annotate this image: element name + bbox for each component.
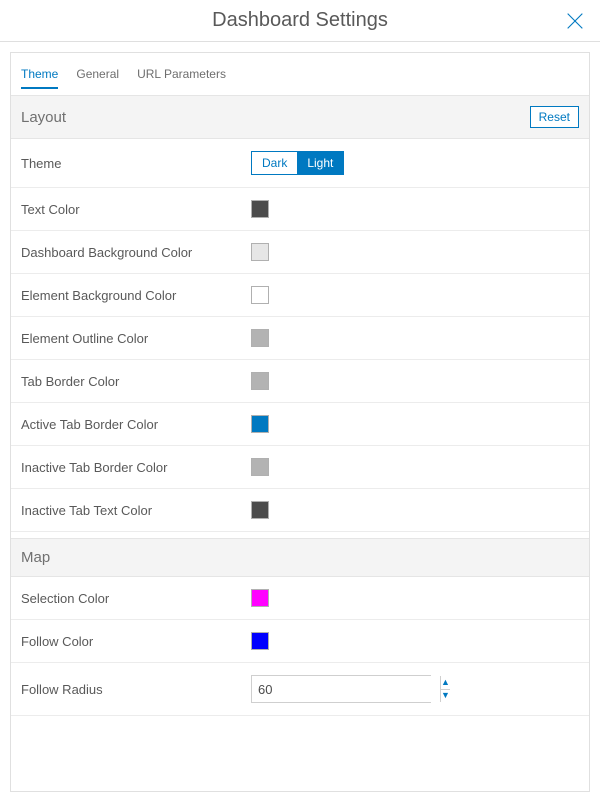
- panel-header: Dashboard Settings: [0, 0, 600, 42]
- follow-radius-input[interactable]: [252, 676, 440, 702]
- label-element-outline: Element Outline Color: [21, 331, 251, 346]
- dashboard-settings-panel: Dashboard Settings Theme General URL Par…: [0, 0, 600, 792]
- row-selection-color: Selection Color: [11, 577, 589, 620]
- theme-option-light[interactable]: Light: [297, 152, 343, 174]
- theme-option-dark[interactable]: Dark: [252, 152, 297, 174]
- chevron-up-icon: ▲: [441, 678, 450, 687]
- swatch-inactive-tab-text[interactable]: [251, 501, 269, 519]
- swatch-element-outline[interactable]: [251, 329, 269, 347]
- label-active-tab-border: Active Tab Border Color: [21, 417, 251, 432]
- label-dashboard-bg: Dashboard Background Color: [21, 245, 251, 260]
- swatch-inactive-tab-border[interactable]: [251, 458, 269, 476]
- row-element-outline: Element Outline Color: [11, 317, 589, 360]
- swatch-selection-color[interactable]: [251, 589, 269, 607]
- tab-bar: Theme General URL Parameters: [11, 53, 589, 89]
- label-follow-color: Follow Color: [21, 634, 251, 649]
- close-icon: [564, 10, 586, 32]
- swatch-follow-color[interactable]: [251, 632, 269, 650]
- control-theme: Dark Light: [251, 151, 579, 175]
- row-tab-border: Tab Border Color: [11, 360, 589, 403]
- settings-scroll[interactable]: Layout Reset Theme Dark Light Text Color: [11, 89, 589, 791]
- swatch-tab-border[interactable]: [251, 372, 269, 390]
- tab-theme[interactable]: Theme: [21, 67, 58, 89]
- follow-radius-input-wrap: ▲ ▼: [251, 675, 431, 703]
- tab-url-parameters[interactable]: URL Parameters: [137, 67, 226, 89]
- panel-body: Theme General URL Parameters Layout Rese…: [0, 42, 600, 792]
- section-header-map: Map: [11, 538, 589, 577]
- row-inactive-tab-text: Inactive Tab Text Color: [11, 489, 589, 532]
- swatch-element-bg[interactable]: [251, 286, 269, 304]
- row-follow-radius: Follow Radius ▲ ▼: [11, 663, 589, 716]
- label-theme: Theme: [21, 156, 251, 171]
- section-title-map: Map: [21, 549, 50, 566]
- label-tab-border: Tab Border Color: [21, 374, 251, 389]
- label-inactive-tab-border: Inactive Tab Border Color: [21, 460, 251, 475]
- chevron-down-icon: ▼: [441, 691, 450, 700]
- follow-radius-spinner: ▲ ▼: [440, 676, 450, 702]
- row-text-color: Text Color: [11, 188, 589, 231]
- theme-toggle: Dark Light: [251, 151, 344, 175]
- tab-general[interactable]: General: [76, 67, 119, 89]
- follow-radius-down[interactable]: ▼: [441, 689, 450, 703]
- row-inactive-tab-border: Inactive Tab Border Color: [11, 446, 589, 489]
- label-follow-radius: Follow Radius: [21, 682, 251, 697]
- close-button[interactable]: [562, 8, 588, 34]
- swatch-active-tab-border[interactable]: [251, 415, 269, 433]
- section-header-layout: Layout Reset: [11, 95, 589, 139]
- label-text-color: Text Color: [21, 202, 251, 217]
- swatch-text-color[interactable]: [251, 200, 269, 218]
- row-element-bg: Element Background Color: [11, 274, 589, 317]
- label-element-bg: Element Background Color: [21, 288, 251, 303]
- row-dashboard-bg: Dashboard Background Color: [11, 231, 589, 274]
- reset-button[interactable]: Reset: [530, 106, 579, 128]
- label-selection-color: Selection Color: [21, 591, 251, 606]
- follow-radius-up[interactable]: ▲: [441, 676, 450, 689]
- panel-title: Dashboard Settings: [212, 9, 388, 32]
- label-inactive-tab-text: Inactive Tab Text Color: [21, 503, 251, 518]
- settings-card: Theme General URL Parameters Layout Rese…: [10, 52, 590, 792]
- row-active-tab-border: Active Tab Border Color: [11, 403, 589, 446]
- row-theme: Theme Dark Light: [11, 139, 589, 188]
- row-follow-color: Follow Color: [11, 620, 589, 663]
- swatch-dashboard-bg[interactable]: [251, 243, 269, 261]
- section-title-layout: Layout: [21, 109, 66, 126]
